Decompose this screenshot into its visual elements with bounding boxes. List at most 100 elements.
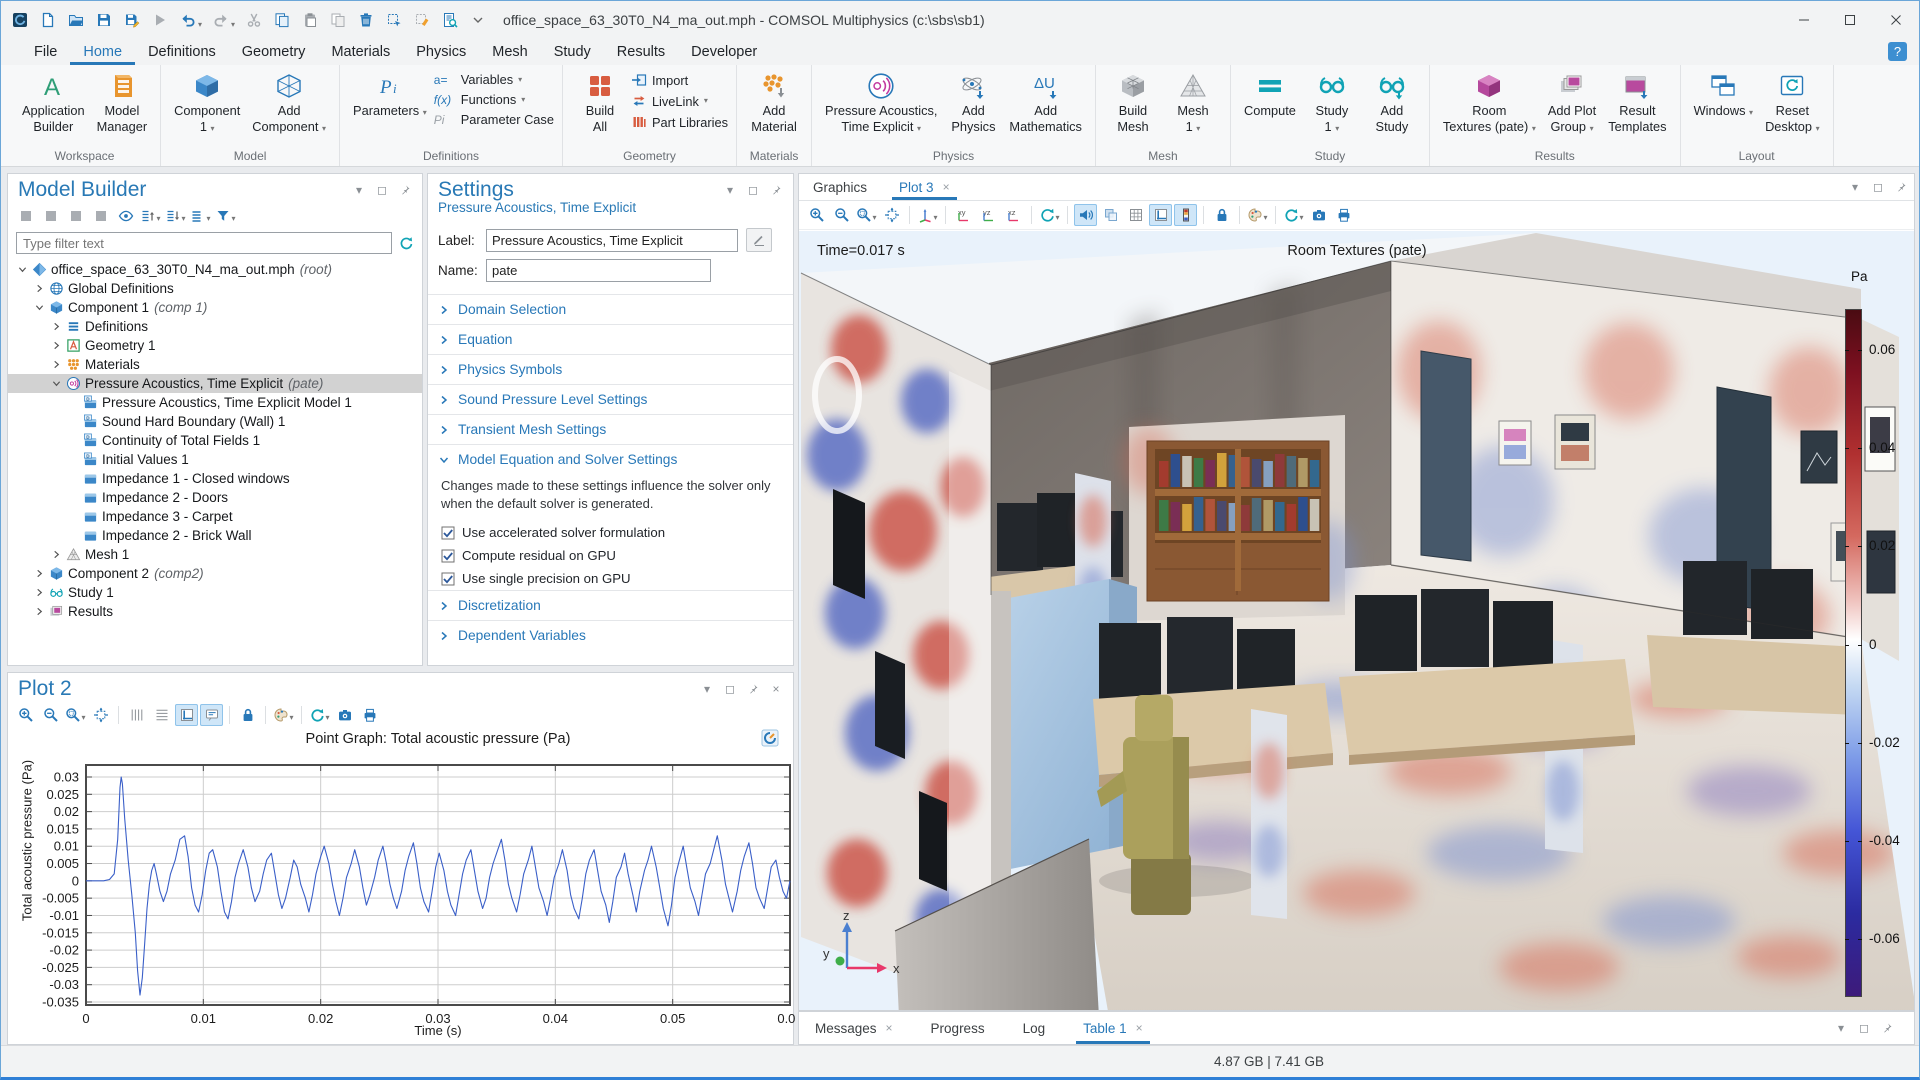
tree-item[interactable]: Materials — [8, 355, 422, 374]
tree-item[interactable]: Mesh 1 — [8, 545, 422, 564]
ribbon-button-add-physics[interactable]: Add Physics — [944, 68, 1002, 136]
checkbox-use-accelerated-solver-formulation[interactable]: Use accelerated solver formulation — [428, 521, 793, 544]
gfx-rotate-button[interactable]: ▾ — [1038, 204, 1061, 226]
save-button[interactable] — [95, 11, 113, 29]
ribbon-button-reset-desktop[interactable]: Reset Desktop ▾ — [1760, 68, 1825, 136]
tree-item[interactable]: D Pressure Acoustics, Time Explicit Model… — [8, 393, 422, 412]
menu-item-mesh[interactable]: Mesh — [479, 40, 540, 65]
ribbon-button-room-textures[interactable]: Room Textures (pate) ▾ — [1438, 68, 1541, 136]
graphics-tab-graphics[interactable]: Graphics — [811, 174, 869, 200]
gfx-color-legend-button[interactable] — [1174, 204, 1197, 226]
settings-section-transient-mesh-settings[interactable]: Transient Mesh Settings — [428, 414, 793, 444]
menu-item-physics[interactable]: Physics — [403, 40, 479, 65]
panel-menu-icon[interactable]: ▾ — [700, 682, 714, 696]
ribbon-button-build-mesh[interactable]: Build Mesh — [1104, 68, 1162, 136]
name-field[interactable] — [486, 259, 711, 282]
gfx-snapshot-button[interactable] — [1307, 204, 1330, 226]
plot2-print-button[interactable] — [358, 704, 381, 726]
ribbon-button-component[interactable]: Component 1 ▾ — [169, 68, 245, 136]
chevron-right-icon[interactable] — [50, 341, 63, 350]
rename-button[interactable] — [746, 228, 772, 252]
tree-item[interactable]: Impedance 1 - Closed windows — [8, 469, 422, 488]
mb-nav-down-button[interactable] — [89, 205, 112, 227]
graphics-tab-plot-3[interactable]: Plot 3 × — [892, 174, 957, 200]
3d-room-view[interactable] — [799, 231, 1914, 1010]
mb-model-tree-settings-button[interactable]: ▾ — [189, 205, 212, 227]
tree-item[interactable]: Results — [8, 602, 422, 621]
tree-item[interactable]: Impedance 3 - Carpet — [8, 507, 422, 526]
label-field[interactable] — [486, 228, 738, 252]
plot2-zoom-out-button[interactable] — [39, 704, 62, 726]
ribbon-button-parameter-case[interactable]: Pi Parameter Case — [434, 112, 554, 127]
ribbon-button-import[interactable]: Import — [631, 72, 728, 88]
gfx-view-xz-button[interactable]: xz — [1002, 204, 1025, 226]
settings-section-sound-pressure-level-settings[interactable]: Sound Pressure Level Settings — [428, 384, 793, 414]
ribbon-button-add-component[interactable]: Add Component ▾ — [247, 68, 331, 136]
chevron-right-icon[interactable] — [50, 550, 63, 559]
gfx-scene-grid-button[interactable] — [1124, 204, 1147, 226]
menu-item-home[interactable]: Home — [70, 40, 135, 65]
pin-panel-icon[interactable] — [398, 183, 412, 197]
menu-item-materials[interactable]: Materials — [318, 40, 403, 65]
new-file-button[interactable] — [39, 11, 57, 29]
menu-item-developer[interactable]: Developer — [678, 40, 770, 65]
checkbox-compute-residual-on-gpu[interactable]: Compute residual on GPU — [428, 544, 793, 567]
tree-item[interactable]: D Initial Values 1 — [8, 450, 422, 469]
float-panel-icon[interactable]: ◻ — [1871, 180, 1885, 194]
ribbon-button-add-study[interactable]: Add Study — [1363, 68, 1421, 136]
plot2-palette-button[interactable]: ▾ — [272, 704, 295, 726]
menu-item-study[interactable]: Study — [541, 40, 604, 65]
gfx-transparency-button[interactable] — [1099, 204, 1122, 226]
settings-section-discretization[interactable]: Discretization — [428, 590, 793, 620]
chevron-down-icon[interactable] — [33, 303, 46, 312]
mb-collapse-all-button[interactable]: ▾ — [139, 205, 162, 227]
close-tab-icon[interactable]: × — [1136, 1021, 1143, 1035]
refresh-icon[interactable] — [398, 235, 414, 251]
ribbon-button-pressure-acoustics[interactable]: Pressure Acoustics, Time Explicit ▾ — [820, 68, 942, 136]
panel-menu-icon[interactable]: ▾ — [723, 183, 737, 197]
plot2-lock-button[interactable] — [236, 704, 259, 726]
plot2-y-grid-button[interactable] — [150, 704, 173, 726]
toolbar-overflow-button[interactable] — [469, 11, 487, 29]
cut-button[interactable] — [245, 11, 263, 29]
ribbon-button-mesh[interactable]: Mesh 1 ▾ — [1164, 68, 1222, 136]
float-panel-icon[interactable]: ◻ — [723, 682, 737, 696]
float-panel-icon[interactable]: ◻ — [1857, 1021, 1871, 1035]
plot2-zoom-box-button[interactable]: ▾ — [64, 704, 87, 726]
chevron-right-icon[interactable] — [33, 569, 46, 578]
close-tab-icon[interactable]: × — [886, 1021, 893, 1035]
graphics-canvas[interactable]: Time=0.017 s Room Textures (pate) Pa 0.0… — [799, 231, 1914, 1010]
settings-section-physics-symbols[interactable]: Physics Symbols — [428, 354, 793, 384]
gfx-triad-button[interactable]: ▾ — [916, 204, 939, 226]
gfx-view-yz-button[interactable]: yz — [977, 204, 1000, 226]
ribbon-button-windows[interactable]: Windows ▾ — [1689, 68, 1759, 121]
chevron-right-icon[interactable] — [50, 360, 63, 369]
ribbon-button-result-templates[interactable]: Result Templates — [1603, 68, 1671, 136]
float-panel-icon[interactable]: ◻ — [746, 183, 760, 197]
bottom-tab-table-1[interactable]: Table 1 × — [1076, 1012, 1150, 1044]
tree-item[interactable]: office_space_63_30T0_N4_ma_out.mph (root) — [8, 260, 422, 279]
plot2-zoom-in-button[interactable] — [14, 704, 37, 726]
close-panel-icon[interactable]: × — [769, 682, 783, 696]
save-as-button[interactable] — [123, 11, 141, 29]
tree-item[interactable]: Component 2 (comp2) — [8, 564, 422, 583]
pin-panel-icon[interactable] — [746, 682, 760, 696]
tree-item[interactable]: Study 1 — [8, 583, 422, 602]
ribbon-button-compute[interactable]: Compute — [1239, 68, 1301, 121]
help-button[interactable]: ? — [1888, 42, 1907, 61]
chevron-down-icon[interactable] — [16, 265, 29, 274]
settings-section-equation[interactable]: Equation — [428, 324, 793, 354]
undo-button[interactable]: ▾ — [179, 11, 202, 29]
pin-panel-icon[interactable] — [1894, 180, 1908, 194]
ribbon-button-functions[interactable]: f(x) Functions ▾ — [434, 92, 554, 107]
ribbon-button-add-mathematics[interactable]: ΔU Add Mathematics — [1004, 68, 1087, 136]
checkbox-use-single-precision-on-gpu[interactable]: Use single precision on GPU — [428, 567, 793, 590]
open-file-button[interactable] — [67, 11, 85, 29]
plot2-annotations-button[interactable] — [200, 704, 223, 726]
tree-item[interactable]: D Sound Hard Boundary (Wall) 1 — [8, 412, 422, 431]
close-tab-icon[interactable]: × — [943, 180, 950, 194]
delete-button[interactable] — [357, 11, 375, 29]
pin-panel-icon[interactable] — [1880, 1021, 1894, 1035]
gfx-lock-button[interactable] — [1210, 204, 1233, 226]
report-button[interactable] — [441, 11, 459, 29]
